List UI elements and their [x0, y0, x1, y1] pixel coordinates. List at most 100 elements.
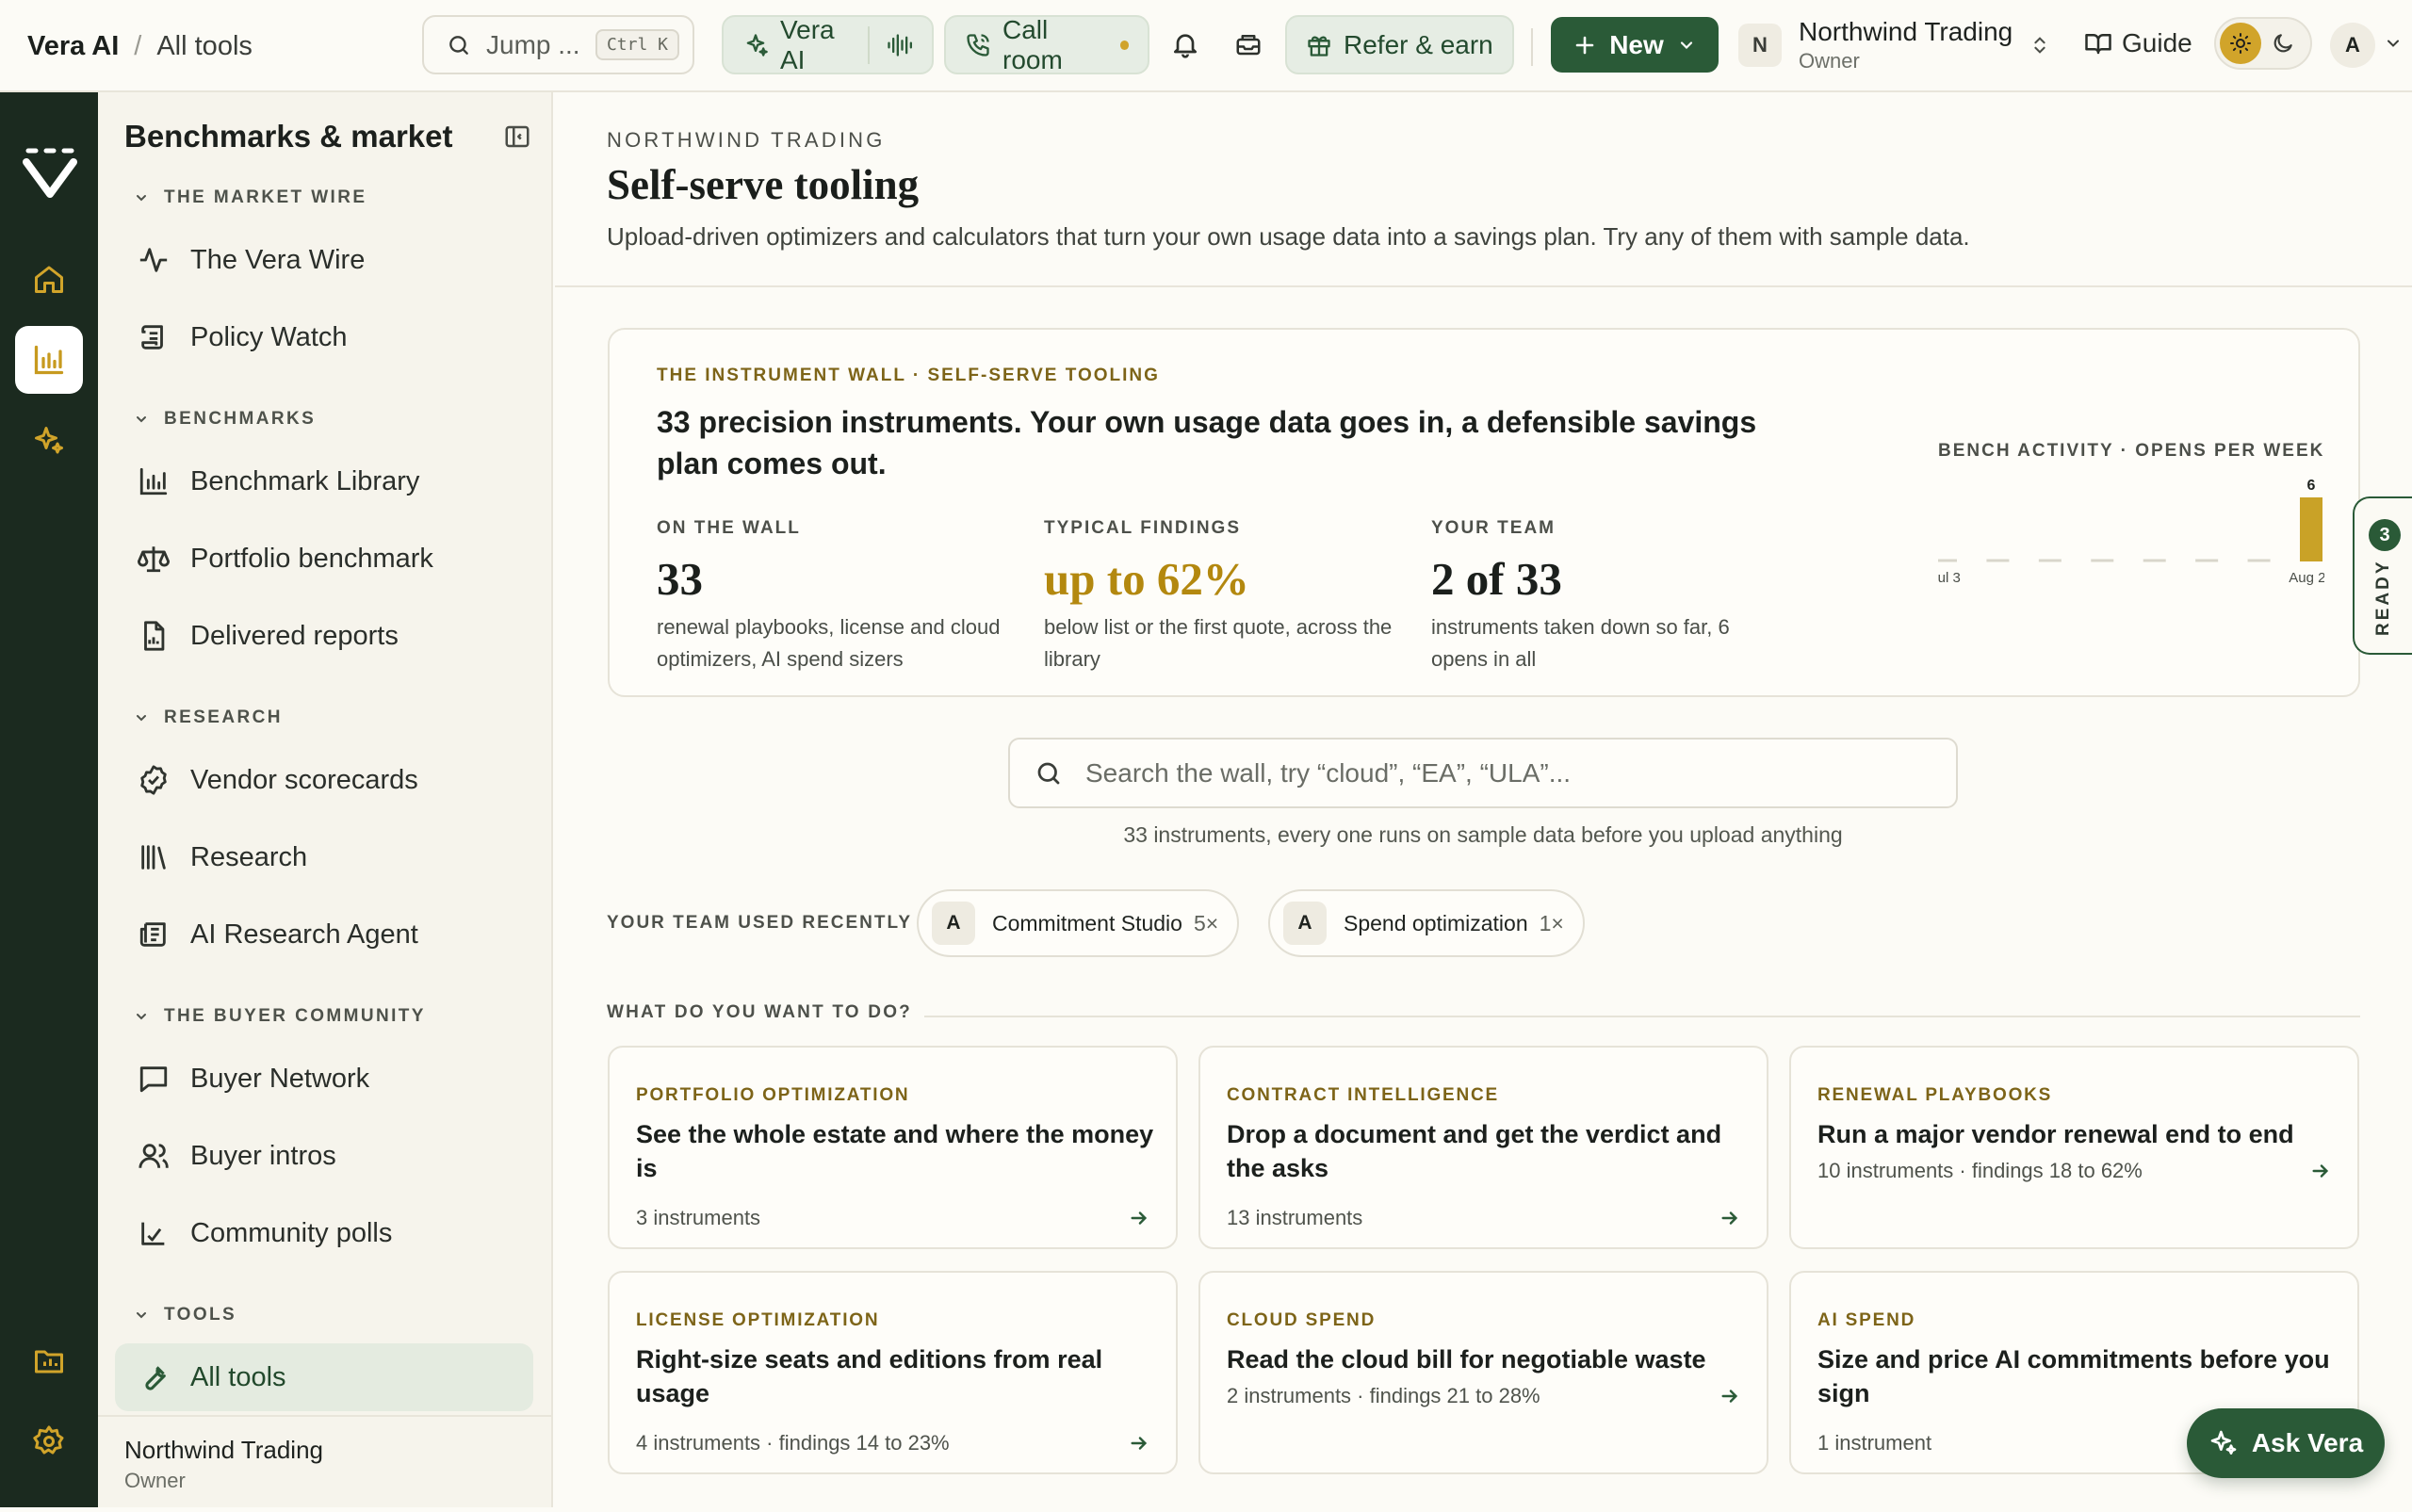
sidebar-item-research[interactable]: Research — [115, 823, 533, 891]
arrow-right-icon — [2310, 1161, 2331, 1181]
home-icon[interactable] — [15, 245, 83, 313]
page-subtitle: Upload-driven optimizers and calculators… — [607, 222, 1970, 251]
card-portfolio-optimization[interactable]: PORTFOLIO OPTIMIZATION See the whole est… — [608, 1046, 1178, 1249]
divider — [1531, 28, 1533, 66]
recent-chip-commitment-studio[interactable]: A Commitment Studio 5× — [917, 889, 1240, 957]
wall-search-input[interactable] — [1085, 757, 1933, 789]
org-role: Owner — [1799, 49, 1860, 73]
book-open-icon — [2084, 29, 2112, 57]
section-label: THE BUYER COMMUNITY — [164, 1006, 426, 1026]
card-contract-intelligence[interactable]: CONTRACT INTELLIGENCE Drop a document an… — [1198, 1046, 1768, 1249]
vera-ai-button[interactable]: Vera AI — [722, 15, 934, 74]
theme-toggle[interactable] — [2214, 17, 2312, 70]
wall-search[interactable] — [1008, 738, 1958, 808]
stat-label: YOUR TEAM — [1431, 518, 1556, 538]
stat-label: ON THE WALL — [657, 518, 801, 538]
card-meta: 1 instrument — [1817, 1431, 1932, 1455]
section-market-wire[interactable]: THE MARKET WIRE — [134, 187, 367, 208]
page-title: Self-serve tooling — [607, 161, 920, 208]
section-benchmarks[interactable]: BENCHMARKS — [134, 409, 316, 430]
bar-chart-icon — [136, 465, 171, 497]
sun-icon[interactable] — [2220, 23, 2261, 64]
sidebar-item-all-tools[interactable]: All tools — [115, 1343, 533, 1411]
sidebar-item-label: Portfolio benchmark — [190, 543, 433, 574]
moon-icon[interactable] — [2271, 31, 2295, 56]
sidebar-org-name: Northwind Trading — [124, 1436, 323, 1464]
sidebar-item-delivered-reports[interactable]: Delivered reports — [115, 602, 533, 670]
audio-waveform-icon[interactable] — [868, 25, 913, 64]
section-tools[interactable]: TOOLS — [134, 1305, 236, 1325]
section-label: THE MARKET WIRE — [164, 187, 367, 207]
sidebar-item-portfolio-benchmark[interactable]: Portfolio benchmark — [115, 525, 533, 593]
users-icon — [136, 1140, 171, 1172]
sidebar-item-vera-wire[interactable]: The Vera Wire — [115, 226, 533, 294]
main-content: NORTHWIND TRADING Self-serve tooling Upl… — [555, 92, 2412, 1507]
call-room-button[interactable]: Call room — [944, 15, 1149, 74]
section-research[interactable]: RESEARCH — [134, 707, 283, 728]
file-chart-icon — [136, 620, 171, 652]
sidebar-item-label: Delivered reports — [190, 620, 399, 651]
breadcrumb-app[interactable]: Vera AI — [27, 31, 119, 62]
sidebar-item-community-polls[interactable]: Community polls — [115, 1199, 533, 1267]
sparkles-icon[interactable] — [15, 407, 83, 475]
sidebar-item-policy-watch[interactable]: Policy Watch — [115, 303, 533, 371]
sidebar-item-vendor-scorecards[interactable]: Vendor scorecards — [115, 746, 533, 814]
breadcrumb-current: All tools — [156, 31, 253, 61]
inbox-icon[interactable] — [1230, 25, 1267, 63]
sidebar-item-ai-research-agent[interactable]: AI Research Agent — [115, 901, 533, 968]
sidebar-item-label: Research — [190, 841, 308, 872]
new-button[interactable]: New — [1551, 17, 1719, 73]
chip-name: Spend optimization — [1344, 910, 1528, 935]
card-category: AI SPEND — [1817, 1310, 1916, 1330]
stat-label: TYPICAL FINDINGS — [1044, 518, 1241, 538]
sidebar-item-label: Benchmark Library — [190, 465, 420, 496]
sidebar-item-benchmark-library[interactable]: Benchmark Library — [115, 447, 533, 515]
sidebar-item-buyer-network[interactable]: Buyer Network — [115, 1045, 533, 1113]
org-switcher[interactable]: N Northwind Trading Owner — [1738, 17, 2050, 73]
card-cloud-spend[interactable]: CLOUD SPEND Read the cloud bill for nego… — [1198, 1271, 1768, 1474]
card-meta: 13 instruments — [1227, 1206, 1363, 1229]
stat-typical-findings: TYPICAL FINDINGS up to 62% below list or… — [1044, 518, 1402, 675]
guide-button[interactable]: Guide — [2084, 28, 2192, 58]
card-license-optimization[interactable]: LICENSE OPTIMIZATION Right-size seats an… — [608, 1271, 1178, 1474]
search-icon — [1035, 759, 1063, 788]
activity-icon — [136, 244, 171, 276]
chevron-down-icon — [137, 715, 146, 722]
org-name: Northwind Trading — [1799, 17, 2013, 46]
sidebar-item-label: Community polls — [190, 1217, 393, 1248]
page-kicker: NORTHWIND TRADING — [607, 128, 886, 152]
chevron-down-icon — [137, 416, 146, 423]
vera-logo[interactable] — [21, 147, 79, 200]
breadcrumb-separator: / — [134, 31, 142, 61]
card-renewal-playbooks[interactable]: RENEWAL PLAYBOOKS Run a major vendor ren… — [1789, 1046, 2359, 1249]
card-title: Size and price AI commitments before you… — [1817, 1345, 2330, 1407]
sidebar-item-buyer-intros[interactable]: Buyer intros — [115, 1122, 533, 1190]
ready-drawer-tab[interactable]: 3 READY — [2353, 496, 2412, 655]
sidebar-org-footer[interactable]: Northwind Trading Owner — [98, 1415, 551, 1512]
benchmarks-icon[interactable] — [15, 326, 83, 394]
live-status-dot — [1119, 40, 1129, 50]
plus-icon — [1573, 34, 1596, 57]
chart-data-label: 6 — [2307, 479, 2316, 494]
chevron-down-icon[interactable] — [2384, 34, 2403, 53]
bench-activity-label: BENCH ACTIVITY · OPENS PER WEEK — [1938, 441, 2325, 461]
user-avatar[interactable]: A — [2330, 23, 2375, 68]
wall-kicker: THE INSTRUMENT WALL · SELF-SERVE TOOLING — [657, 366, 1160, 385]
gift-icon — [1306, 32, 1332, 58]
search-icon — [447, 33, 471, 57]
ask-vera-button[interactable]: Ask Vera — [2187, 1408, 2385, 1478]
chip-count: 5× — [1193, 910, 1219, 935]
bench-activity-chart: 6 Jul 3 Aug 21 — [1938, 479, 2324, 586]
sidebar-collapse-icon[interactable] — [503, 122, 531, 151]
bell-icon[interactable] — [1166, 25, 1204, 63]
newspaper-icon — [136, 919, 171, 951]
folder-chart-icon[interactable] — [15, 1326, 83, 1394]
sidebar-item-label: Buyer intros — [190, 1140, 336, 1171]
recent-chip-spend-optimization[interactable]: A Spend optimization 1× — [1268, 889, 1585, 957]
phone-icon — [965, 32, 991, 58]
chevron-down-icon — [137, 1312, 146, 1319]
section-buyer-community[interactable]: THE BUYER COMMUNITY — [134, 1006, 426, 1027]
jump-search-button[interactable]: Jump ... Ctrl K — [422, 15, 694, 74]
refer-earn-button[interactable]: Refer & earn — [1285, 15, 1514, 74]
settings-gear-icon[interactable] — [15, 1407, 83, 1475]
